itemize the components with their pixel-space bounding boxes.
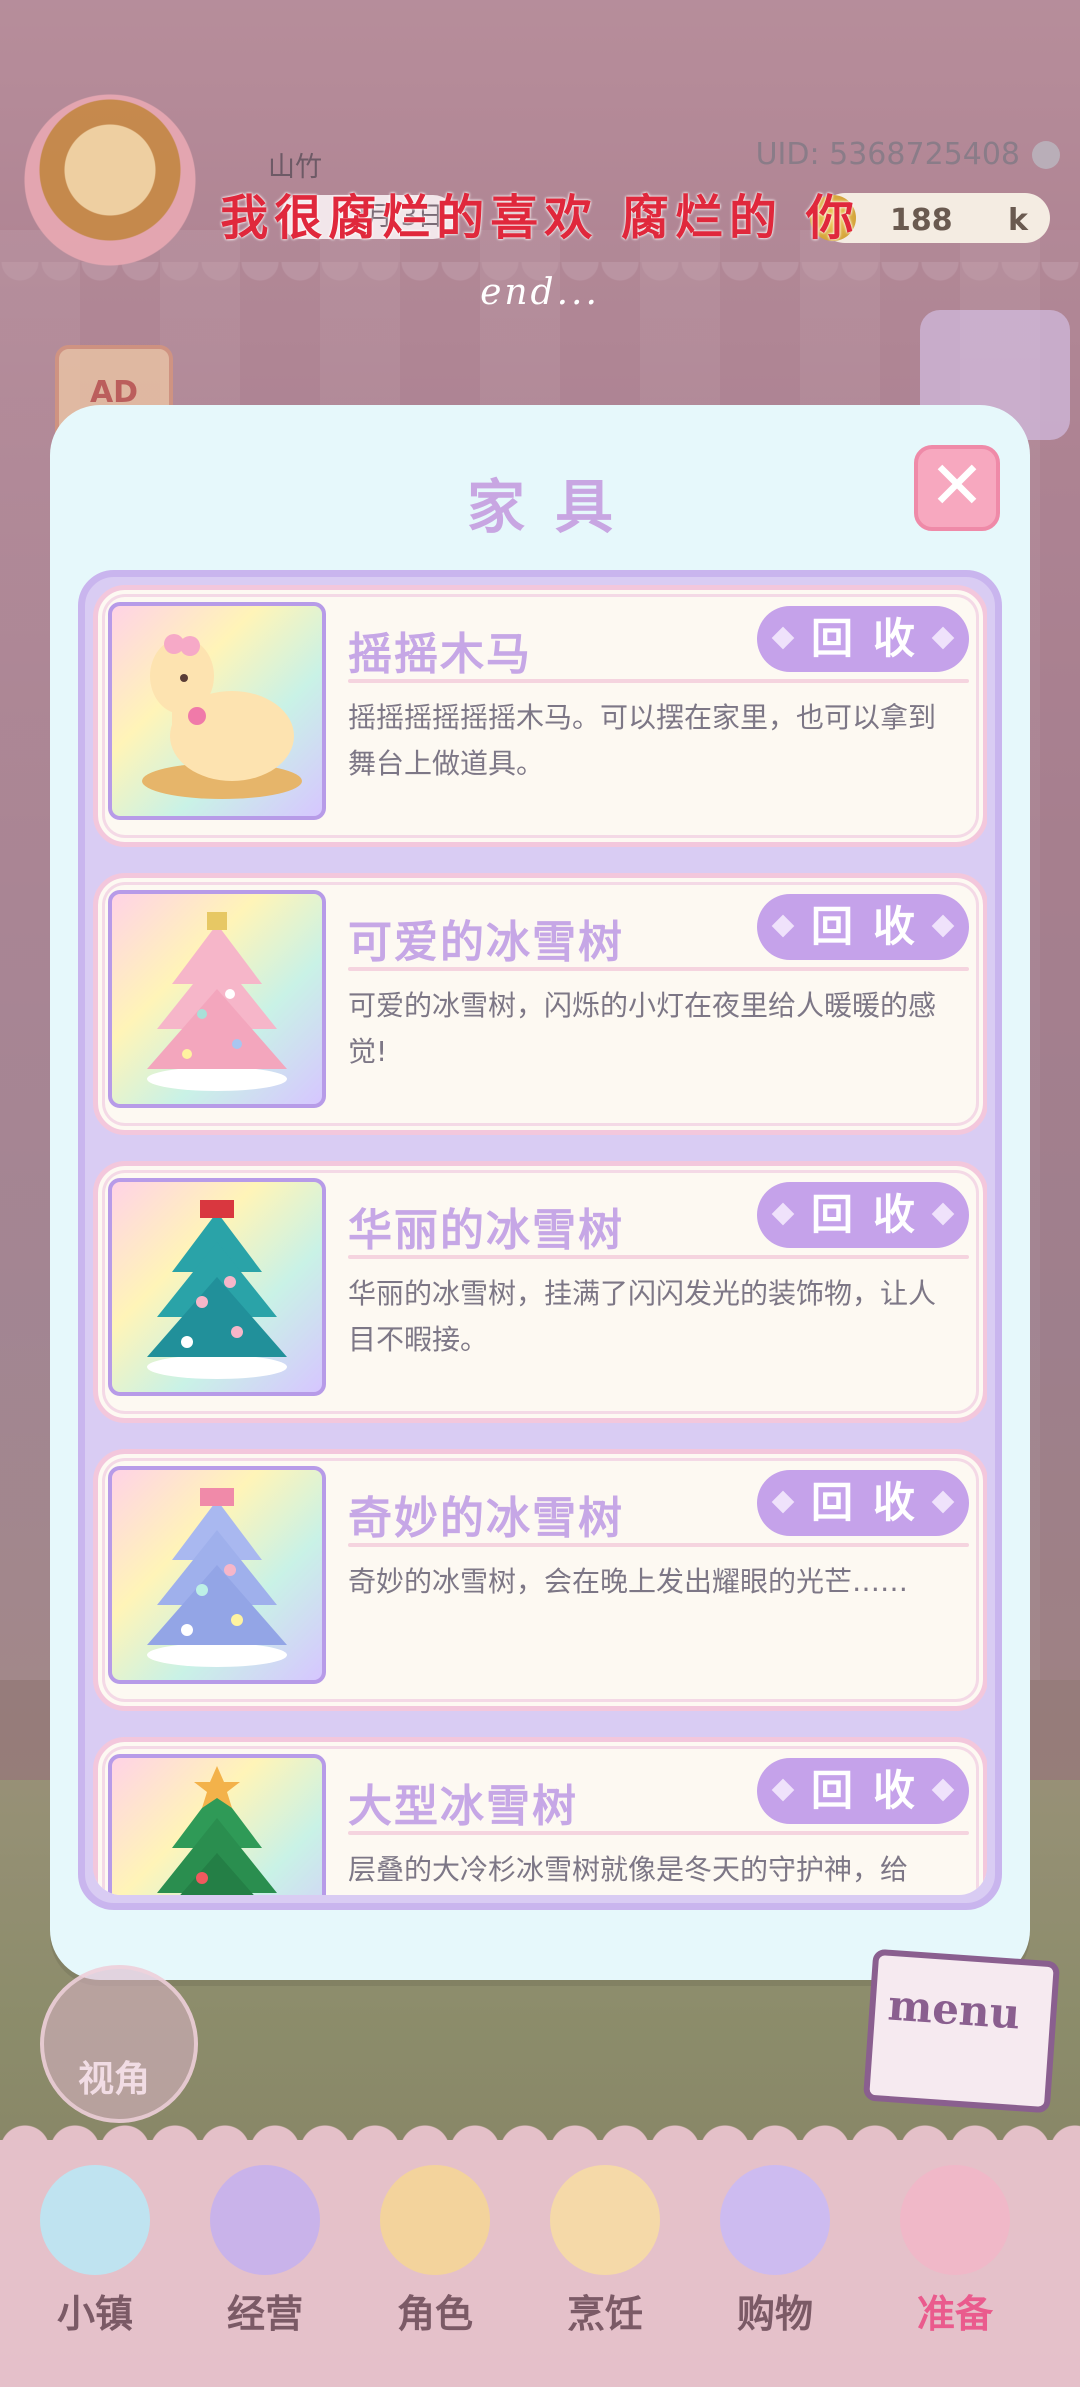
map-icon	[40, 2165, 150, 2275]
item-description: 华丽的冰雪树，挂满了闪闪发光的装饰物，让人目不暇接。	[348, 1277, 937, 1356]
name-divider	[348, 967, 969, 971]
item-description: 可爱的冰雪树，闪烁的小灯在夜里给人暖暖的感觉!	[348, 989, 937, 1068]
furniture-list[interactable]: 摇摇木马 回收 摇摇摇摇摇摇木马。可以摆在家里，也可以拿到舞台上做道具。 可爱的…	[78, 570, 1002, 1910]
recycle-button[interactable]: 回收	[757, 894, 969, 960]
menu-label: menu	[886, 1980, 1022, 2039]
furniture-dialog: 家具 ✕ 摇摇木马 回收 摇摇摇摇摇摇木马。可以摆在家里，也可以拿到舞台上做道具…	[50, 405, 1030, 1980]
furniture-item-large-snow-tree: 大型冰雪树 回收 层叠的大冷杉冰雪树就像是冬天的守护神，给	[93, 1737, 987, 1895]
name-divider	[348, 1831, 969, 1835]
item-name: 大型冰雪树	[348, 1781, 578, 1832]
nav-shopping[interactable]: 购物	[700, 2165, 850, 2338]
rocking-horse-icon	[108, 602, 326, 820]
sandwich-icon	[550, 2165, 660, 2275]
hat-icon	[210, 2165, 320, 2275]
furniture-item-wonderful-snow-tree: 奇妙的冰雪树 回收 奇妙的冰雪树，会在晚上发出耀眼的光芒……	[93, 1449, 987, 1711]
recycle-button[interactable]: 回收	[757, 1182, 969, 1248]
furniture-item-rocking-horse: 摇摇木马 回收 摇摇摇摇摇摇木马。可以摆在家里，也可以拿到舞台上做道具。	[93, 585, 987, 847]
lyric-end: end...	[480, 272, 600, 313]
item-description: 摇摇摇摇摇摇木马。可以摆在家里，也可以拿到舞台上做道具。	[348, 701, 937, 780]
item-name: 华丽的冰雪树	[348, 1205, 624, 1256]
nav-prepare[interactable]: 准备	[880, 2165, 1030, 2338]
camera-view-label: 视角	[78, 2059, 151, 2100]
lyric-overlay: 我很腐烂的喜欢 腐烂的 你	[220, 190, 860, 246]
item-description: 奇妙的冰雪树，会在晚上发出耀眼的光芒……	[348, 1565, 909, 1598]
teal-tree-icon	[108, 1178, 326, 1396]
shopping-bag-icon	[720, 2165, 830, 2275]
dialog-title: 家具	[466, 473, 643, 541]
green-tree-icon	[108, 1754, 326, 1895]
basket-icon	[900, 2165, 1010, 2275]
pink-tree-icon	[108, 890, 326, 1108]
furniture-item-gorgeous-snow-tree: 华丽的冰雪树 回收 华丽的冰雪树，挂满了闪闪发光的装饰物，让人目不暇接。	[93, 1161, 987, 1423]
name-divider	[348, 679, 969, 683]
item-name: 可爱的冰雪树	[348, 917, 624, 968]
copy-icon[interactable]	[1032, 141, 1060, 169]
nav-business[interactable]: 经营	[190, 2165, 340, 2338]
nav-label: 烹饪	[566, 2292, 643, 2336]
name-divider	[348, 1255, 969, 1259]
nav-label: 角色	[396, 2292, 473, 2336]
nav-town[interactable]: 小镇	[20, 2165, 170, 2338]
nav-label: 购物	[736, 2292, 813, 2336]
nav-label: 经营	[226, 2292, 303, 2336]
nav-label: 准备	[916, 2292, 993, 2336]
name-divider	[348, 1543, 969, 1547]
nav-character[interactable]: 角色	[360, 2165, 510, 2338]
recycle-button[interactable]: 回收	[757, 1470, 969, 1536]
item-name: 摇摇木马	[348, 629, 532, 680]
uid-text: UID: 5368725408	[755, 137, 1020, 172]
close-button[interactable]: ✕	[914, 445, 1000, 531]
furniture-item-cute-snow-tree: 可爱的冰雪树 回收 可爱的冰雪树，闪烁的小灯在夜里给人暖暖的感觉!	[93, 873, 987, 1135]
character-icon	[380, 2165, 490, 2275]
nav-label: 小镇	[56, 2292, 133, 2336]
recycle-button[interactable]: 回收	[757, 606, 969, 672]
item-name: 奇妙的冰雪树	[348, 1493, 624, 1544]
nav-cooking[interactable]: 烹饪	[530, 2165, 680, 2338]
blue-tree-icon	[108, 1466, 326, 1684]
recycle-button[interactable]: 回收	[757, 1758, 969, 1824]
item-description: 层叠的大冷杉冰雪树就像是冬天的守护神，给	[348, 1853, 909, 1886]
